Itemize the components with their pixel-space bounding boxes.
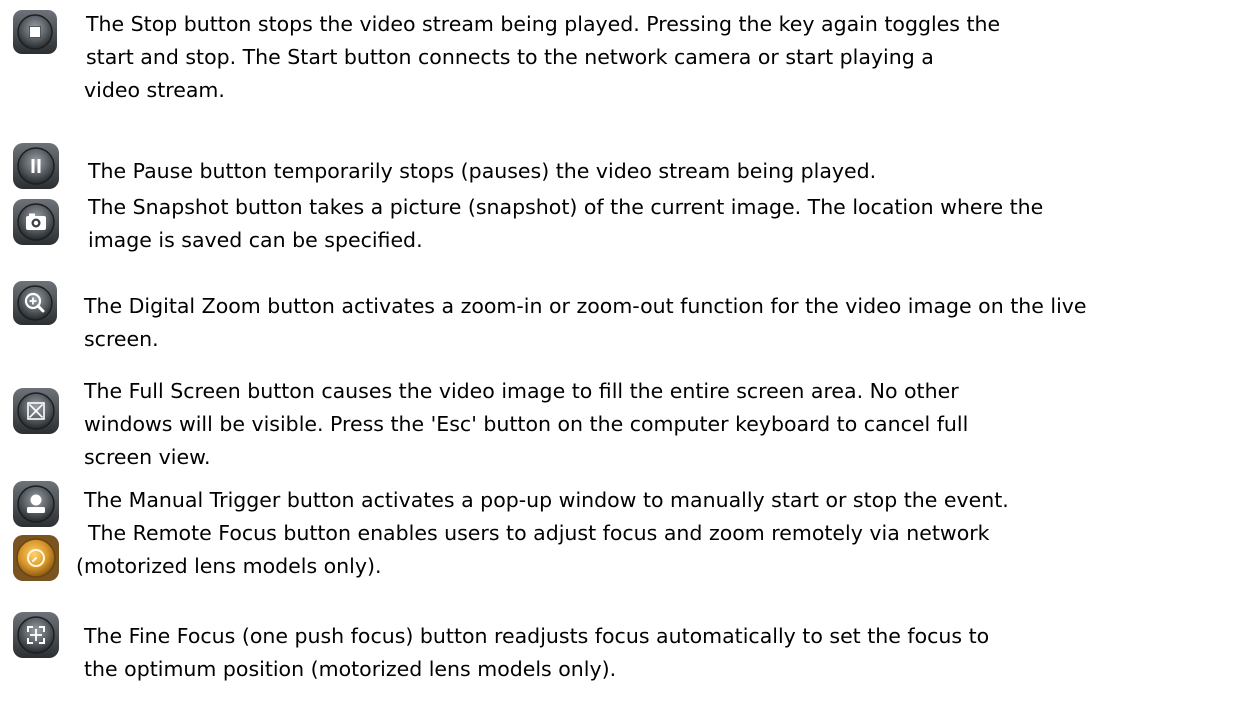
fine-focus-button-description: The Fine Focus (one push focus) button r… [84,624,990,681]
manual-trigger-button-description: The Manual Trigger button activates a po… [84,488,1009,512]
pause-icon [13,143,59,189]
remote-focus-icon [13,535,59,581]
fullscreen-icon [13,388,59,434]
digital-zoom-button-description: The Digital Zoom button activates a zoom… [84,294,1087,351]
stop-button-description: The Stop button stops the video stream b… [84,12,1001,102]
trigger-icon [13,481,59,527]
pause-button-description: The Pause button temporarily stops (paus… [88,159,877,183]
full-screen-button-description: The Full Screen button causes the video … [84,379,969,469]
camera-icon [13,199,59,245]
zoom-in-icon [13,281,57,325]
fine-focus-icon [13,612,59,658]
stop-icon [13,10,57,54]
snapshot-button-description: The Snapshot button takes a picture (sna… [88,195,1044,252]
remote-focus-button-description: The Remote Focus button enables users to… [76,521,990,578]
